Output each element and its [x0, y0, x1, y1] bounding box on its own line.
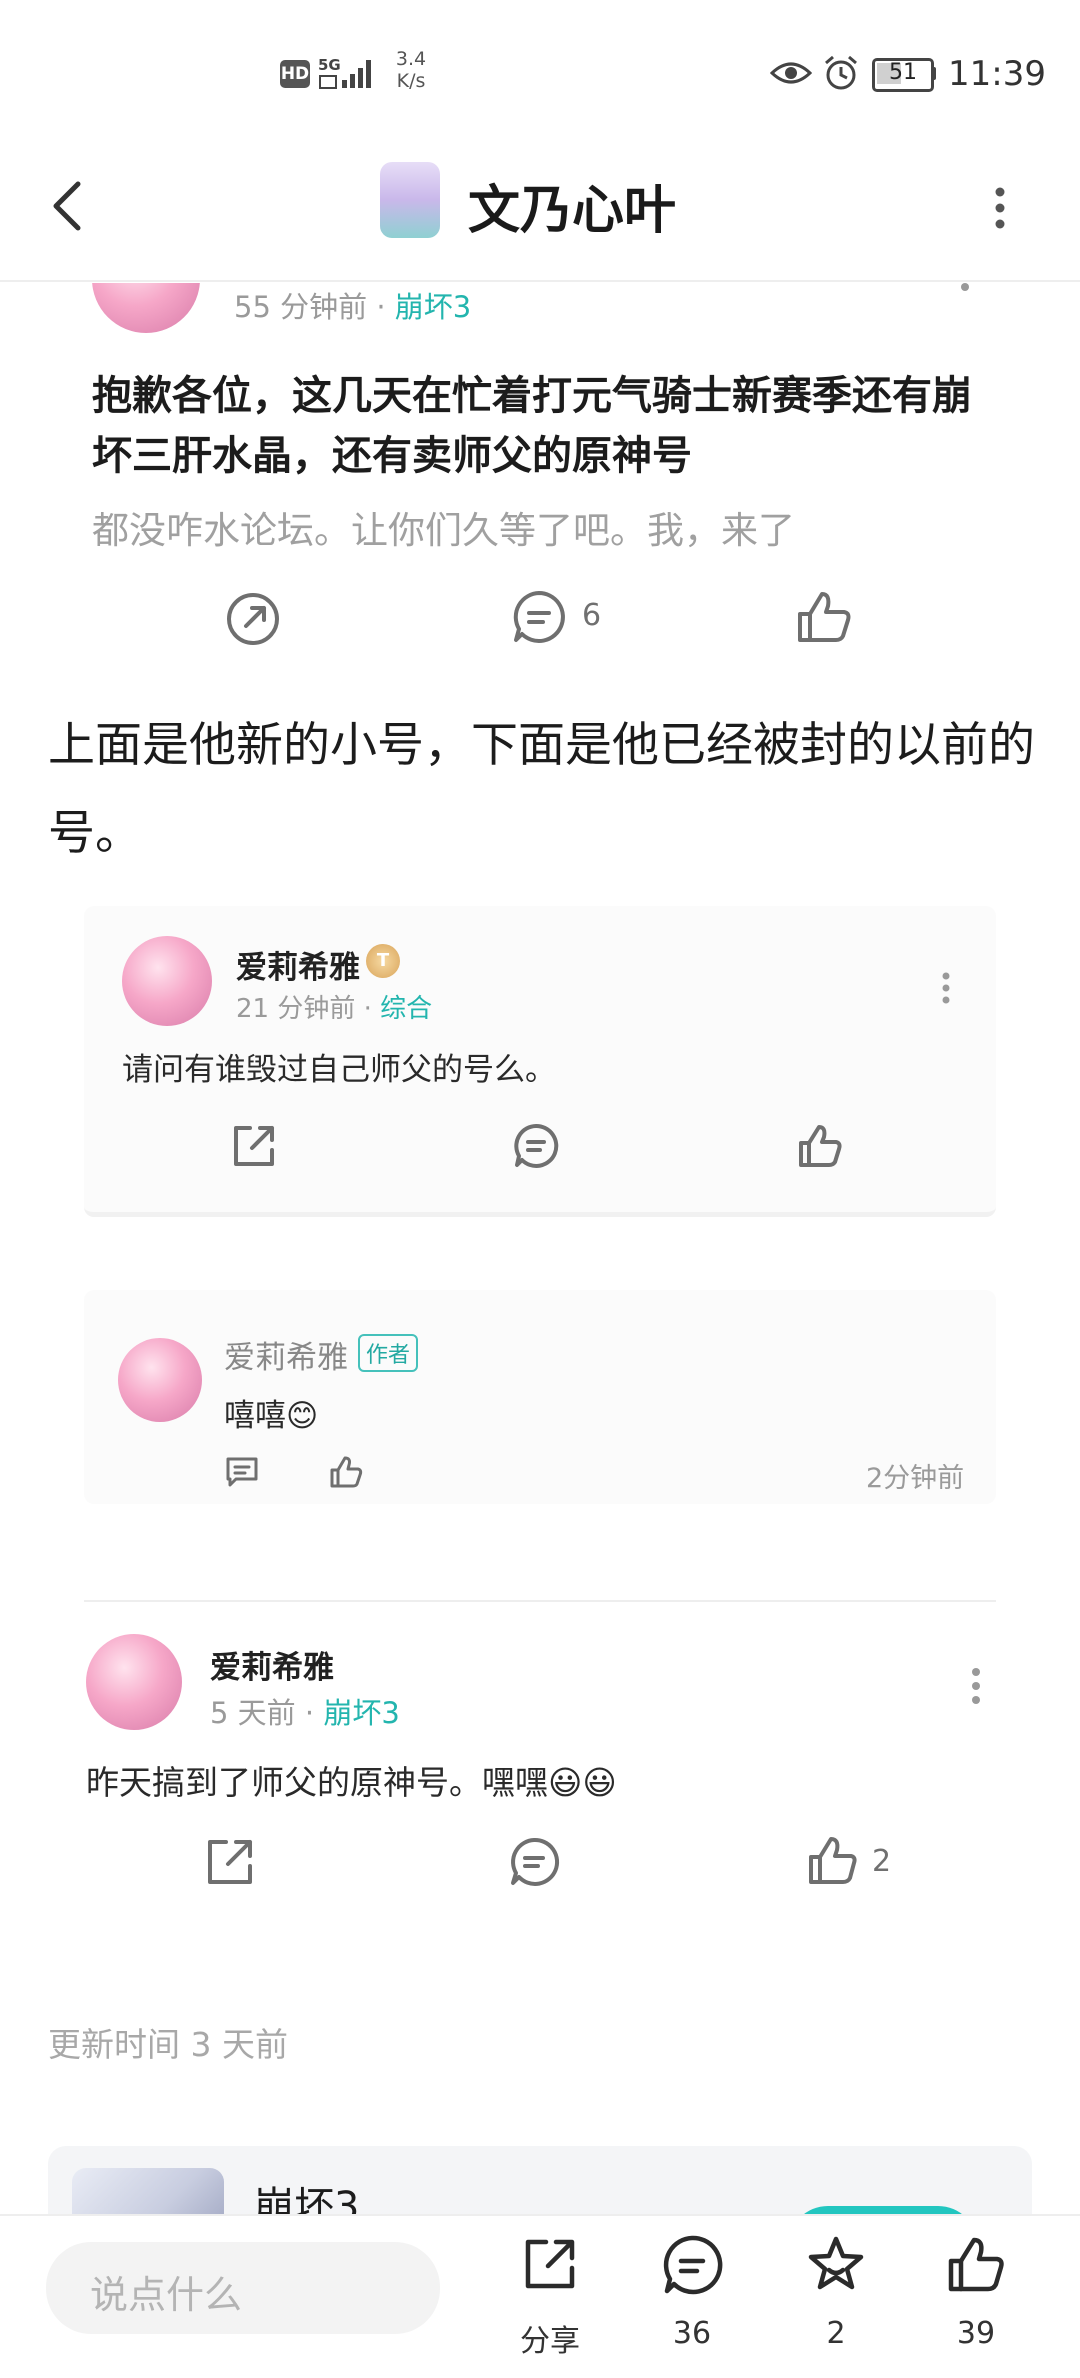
- update-time: 更新时间 3 天前: [48, 2025, 288, 2064]
- reply-card[interactable]: 爱莉希雅 作者 嘻嘻😊 2分钟前: [84, 1290, 996, 1504]
- article-paragraph: 上面是他新的小号，下面是他已经被封的以前的号。: [48, 718, 1035, 861]
- post-card-share-button[interactable]: [230, 1122, 278, 1170]
- more-options-icon[interactable]: [980, 178, 1020, 238]
- old-post-share-button[interactable]: [204, 1836, 256, 1888]
- old-post-category[interactable]: 崩坏3: [323, 1696, 399, 1730]
- embedded-post-card[interactable]: 爱莉希雅 T 21 分钟前 · 综合 请问有谁毁过自己师父的号么。: [84, 906, 996, 1217]
- post-card-text[interactable]: 请问有谁毁过自己师父的号么。: [122, 1044, 556, 1089]
- section-divider: [84, 1600, 996, 1602]
- page-title: 文乃心叶: [468, 181, 677, 241]
- old-post-comment-button[interactable]: [508, 1836, 560, 1888]
- top-post-meta: 55 分钟前 · 崩坏3: [234, 290, 472, 324]
- top-post-body[interactable]: 都没咋水论坛。让你们久等了吧。我，来了: [92, 500, 992, 554]
- comments-button[interactable]: 36: [642, 2224, 742, 2370]
- header-divider: [0, 280, 1080, 282]
- top-post-title[interactable]: 抱歉各位，这几天在忙着打元气骑士新赛季还有崩坏三肝水晶，还有卖师父的原神号: [92, 366, 992, 486]
- old-post-like-button[interactable]: 2: [806, 1834, 916, 1890]
- reply-username[interactable]: 爱莉希雅: [224, 1332, 348, 1377]
- top-post-comment-button[interactable]: 6: [510, 588, 620, 648]
- share-button[interactable]: 分享: [500, 2224, 600, 2370]
- clock: 11:39: [948, 54, 1046, 94]
- battery-icon: 51: [872, 58, 938, 92]
- favorite-button[interactable]: 2: [786, 2224, 886, 2370]
- post-card-comment-button[interactable]: [512, 1122, 560, 1170]
- post-card-avatar[interactable]: [122, 936, 212, 1026]
- post-card-category[interactable]: 综合: [380, 994, 432, 1024]
- reply-avatar[interactable]: [118, 1338, 202, 1422]
- bottom-action-bar: 说点什么 分享 36 2 39: [0, 2214, 1080, 2378]
- author-badge: 作者: [358, 1334, 419, 1372]
- top-post-category[interactable]: 崩坏3: [395, 290, 471, 324]
- signal-icon: 5G: [318, 56, 376, 92]
- post-card-meta: 21 分钟前 · 综合: [236, 994, 433, 1024]
- alarm-icon: [822, 54, 860, 92]
- eye-icon: [770, 58, 812, 88]
- reply-comment-icon[interactable]: [224, 1454, 260, 1490]
- top-post-more-icon[interactable]: [958, 282, 972, 294]
- hd-icon: HD: [280, 60, 310, 88]
- old-post-username[interactable]: 爱莉希雅: [210, 1642, 334, 1687]
- old-post-text[interactable]: 昨天搞到了师父的原神号。嘿嘿😃😃: [86, 1756, 617, 1804]
- old-post-more-icon[interactable]: [964, 1664, 988, 1708]
- old-post-meta: 5 天前 · 崩坏3: [210, 1696, 400, 1730]
- header-avatar[interactable]: [380, 162, 440, 238]
- back-button[interactable]: [40, 166, 100, 246]
- net-speed: 3.4 K/s: [395, 48, 427, 92]
- top-post-share-button[interactable]: [224, 590, 282, 648]
- post-card-username[interactable]: 爱莉希雅: [236, 942, 360, 987]
- reply-text[interactable]: 嘻嘻😊: [224, 1390, 318, 1435]
- reply-like-icon[interactable]: [328, 1454, 364, 1490]
- post-card-like-button[interactable]: [796, 1122, 844, 1170]
- old-post-avatar[interactable]: [86, 1634, 182, 1730]
- post-card-more-icon[interactable]: [936, 968, 956, 1008]
- level-badge-icon: T: [366, 944, 400, 978]
- status-bar: HD 5G 3.4 K/s 51 11:39: [0, 0, 1080, 140]
- reply-time: 2分钟前: [866, 1463, 965, 1494]
- top-nav: 文乃心叶: [0, 140, 1080, 280]
- top-post-like-button[interactable]: [794, 588, 854, 646]
- like-button[interactable]: 39: [926, 2224, 1026, 2370]
- comment-input[interactable]: 说点什么: [46, 2242, 440, 2334]
